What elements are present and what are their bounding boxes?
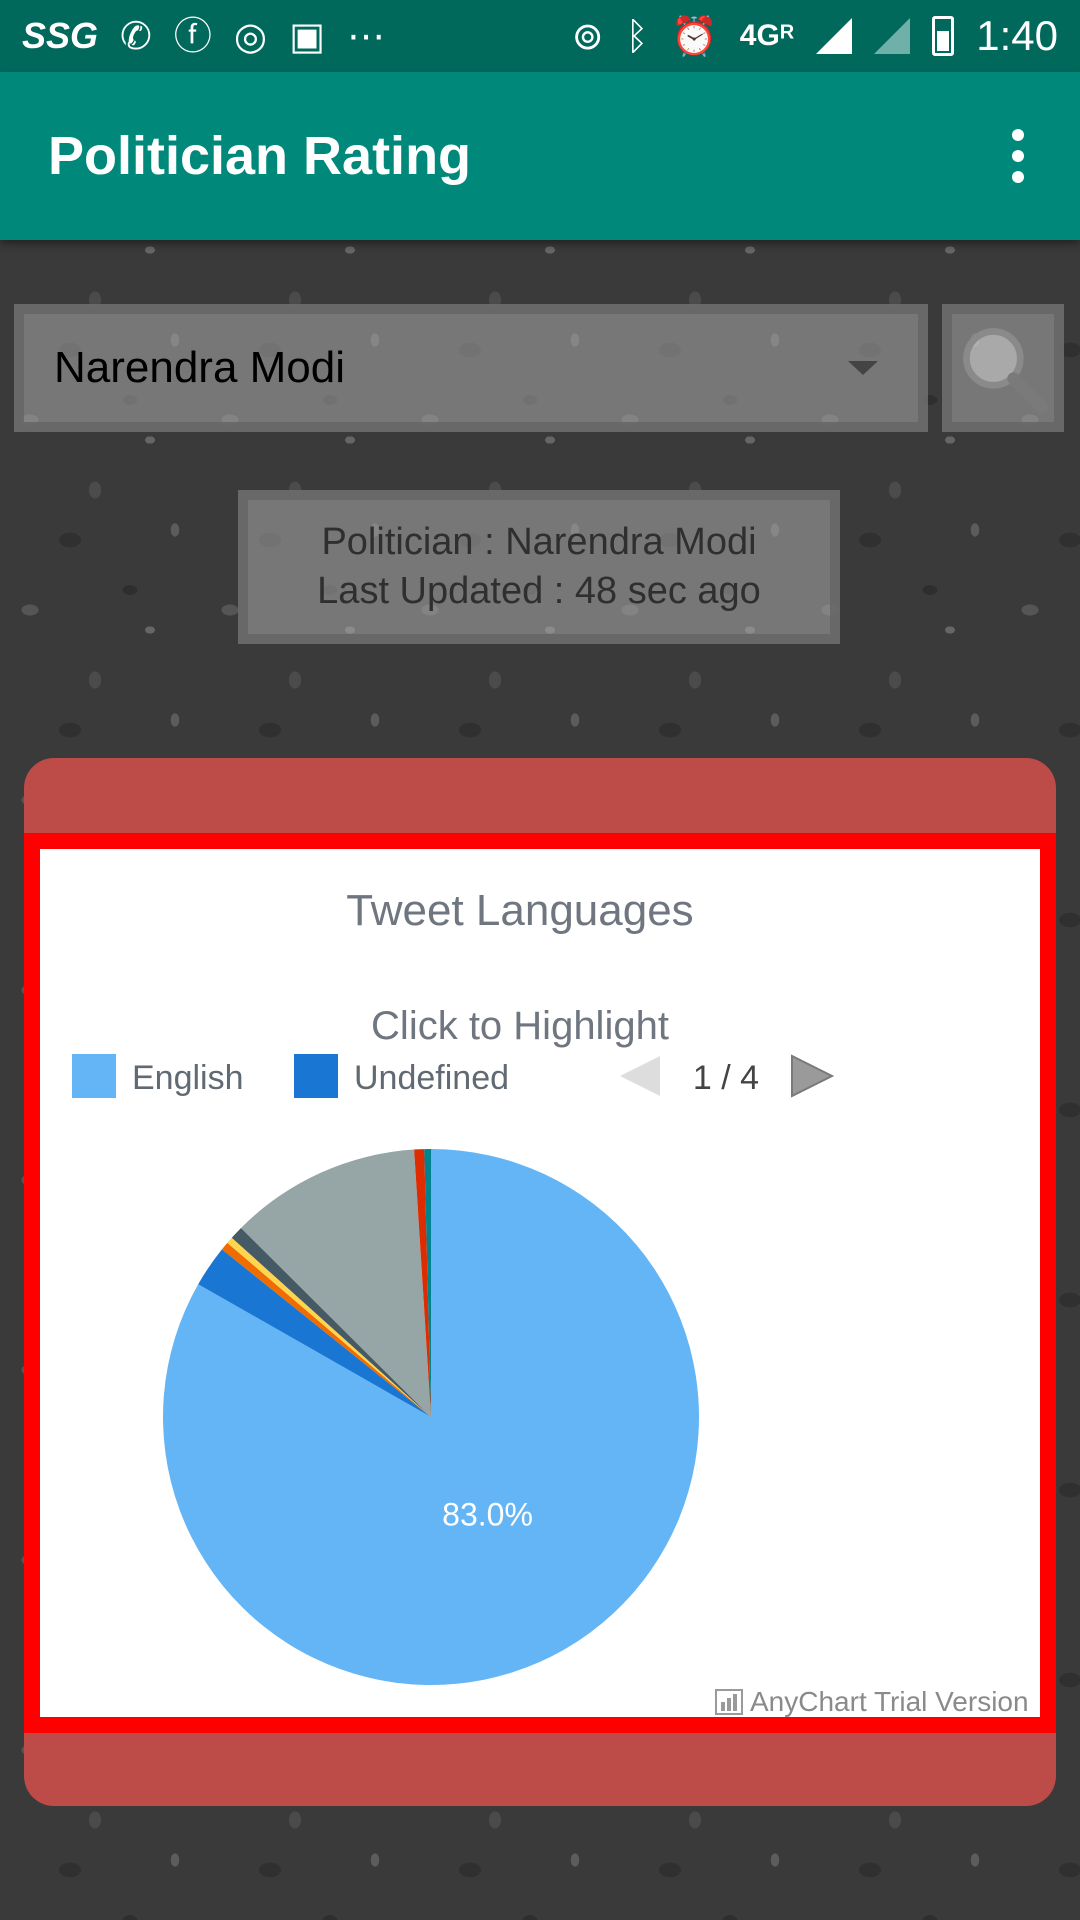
- signal-icon: [816, 18, 853, 54]
- alarm-icon: ⏰: [670, 14, 718, 58]
- circle-app-icon: ◎: [233, 14, 268, 58]
- chart-frame: Tweet Languages Click to Highlight Engli…: [24, 833, 1056, 1733]
- chart-credit-label: AnyChart Trial Version: [750, 1686, 1029, 1717]
- app-bar: Politician Rating: [0, 72, 1080, 240]
- chart-title: Tweet Languages: [346, 886, 693, 935]
- legend-page-indicator: 1 / 4: [693, 1059, 759, 1097]
- dropdown-selected-value: Narendra Modi: [54, 343, 346, 392]
- pie-data-label: 83.0%: [442, 1496, 533, 1532]
- credit-bar: [727, 1698, 731, 1711]
- search-icon: [963, 328, 1048, 413]
- credit-bar: [733, 1694, 737, 1711]
- chart-card: Tweet Languages Click to Highlight Engli…: [24, 758, 1056, 1806]
- legend-item-undefined[interactable]: Undefined: [294, 1054, 509, 1098]
- more-icon: ⋯: [346, 14, 385, 58]
- credit-bar: [721, 1702, 725, 1711]
- signal-2-icon: [874, 18, 911, 54]
- legend-prev-icon[interactable]: [620, 1056, 660, 1096]
- last-updated-label: Last Updated : 48 sec ago: [317, 570, 761, 612]
- chart-subtitle: Click to Highlight: [371, 1004, 669, 1048]
- legend-swatch: [72, 1054, 116, 1098]
- facebook-icon: ⓕ: [173, 14, 212, 58]
- network-type: 4GR: [739, 19, 795, 52]
- overflow-menu-icon[interactable]: [1004, 121, 1032, 191]
- pie-slices[interactable]: 83.0%: [162, 1149, 700, 1685]
- politician-info-box: Politician : Narendra Modi Last Updated …: [238, 490, 840, 644]
- hotspot-icon: ⊚: [571, 14, 604, 58]
- whatsapp-icon: ✆: [120, 14, 152, 58]
- carrier-label: SSG: [22, 15, 99, 56]
- dropdown-arrow-icon: [848, 361, 878, 375]
- anychart-credit[interactable]: AnyChart Trial Version: [715, 1686, 1029, 1717]
- pie-chart[interactable]: Tweet Languages Click to Highlight Engli…: [40, 849, 1040, 1717]
- politician-label: Politician : Narendra Modi: [321, 521, 757, 563]
- legend-label: Undefined: [354, 1059, 509, 1097]
- legend-swatch: [294, 1054, 338, 1098]
- bluetooth-icon: ᛒ: [625, 14, 649, 58]
- battery-icon: [932, 16, 955, 56]
- legend-item-english[interactable]: English: [72, 1054, 244, 1098]
- status-right-group: ⊚ ᛒ ⏰ 4GR 1:40: [572, 12, 1058, 60]
- clock: 1:40: [976, 12, 1058, 59]
- app-title: Politician Rating: [48, 126, 472, 186]
- calendar-icon: ▣: [289, 14, 325, 58]
- legend-next-icon[interactable]: [791, 1054, 835, 1098]
- status-left-group: SSG ✆ ⓕ ◎ ▣ ⋯: [22, 15, 385, 57]
- legend-label: English: [132, 1059, 244, 1097]
- politician-dropdown[interactable]: Narendra Modi: [14, 304, 928, 432]
- status-bar: SSG ✆ ⓕ ◎ ▣ ⋯ ⊚ ᛒ ⏰ 4GR 1:40: [0, 0, 1080, 72]
- search-button[interactable]: [942, 304, 1064, 432]
